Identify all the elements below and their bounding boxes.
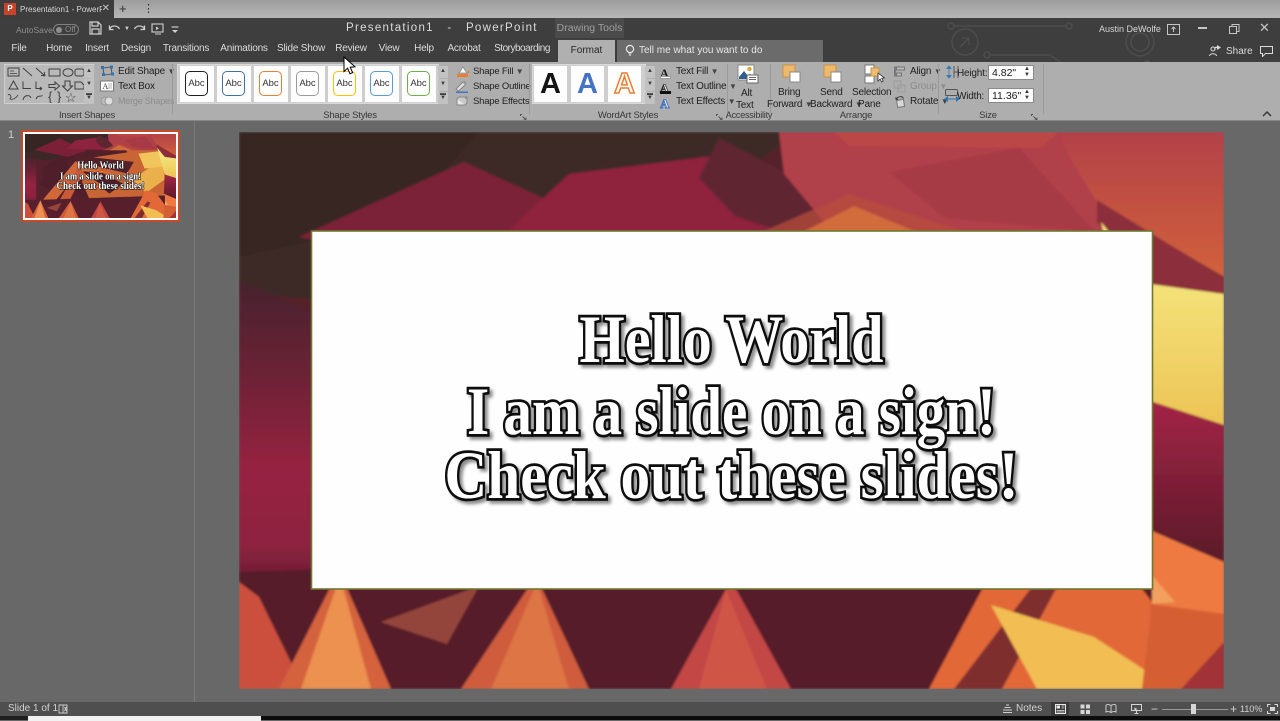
svg-text:A: A	[103, 82, 109, 91]
svg-text:}: }	[57, 89, 62, 103]
svg-text:☆: ☆	[65, 90, 77, 103]
svg-text:{: {	[48, 89, 53, 103]
